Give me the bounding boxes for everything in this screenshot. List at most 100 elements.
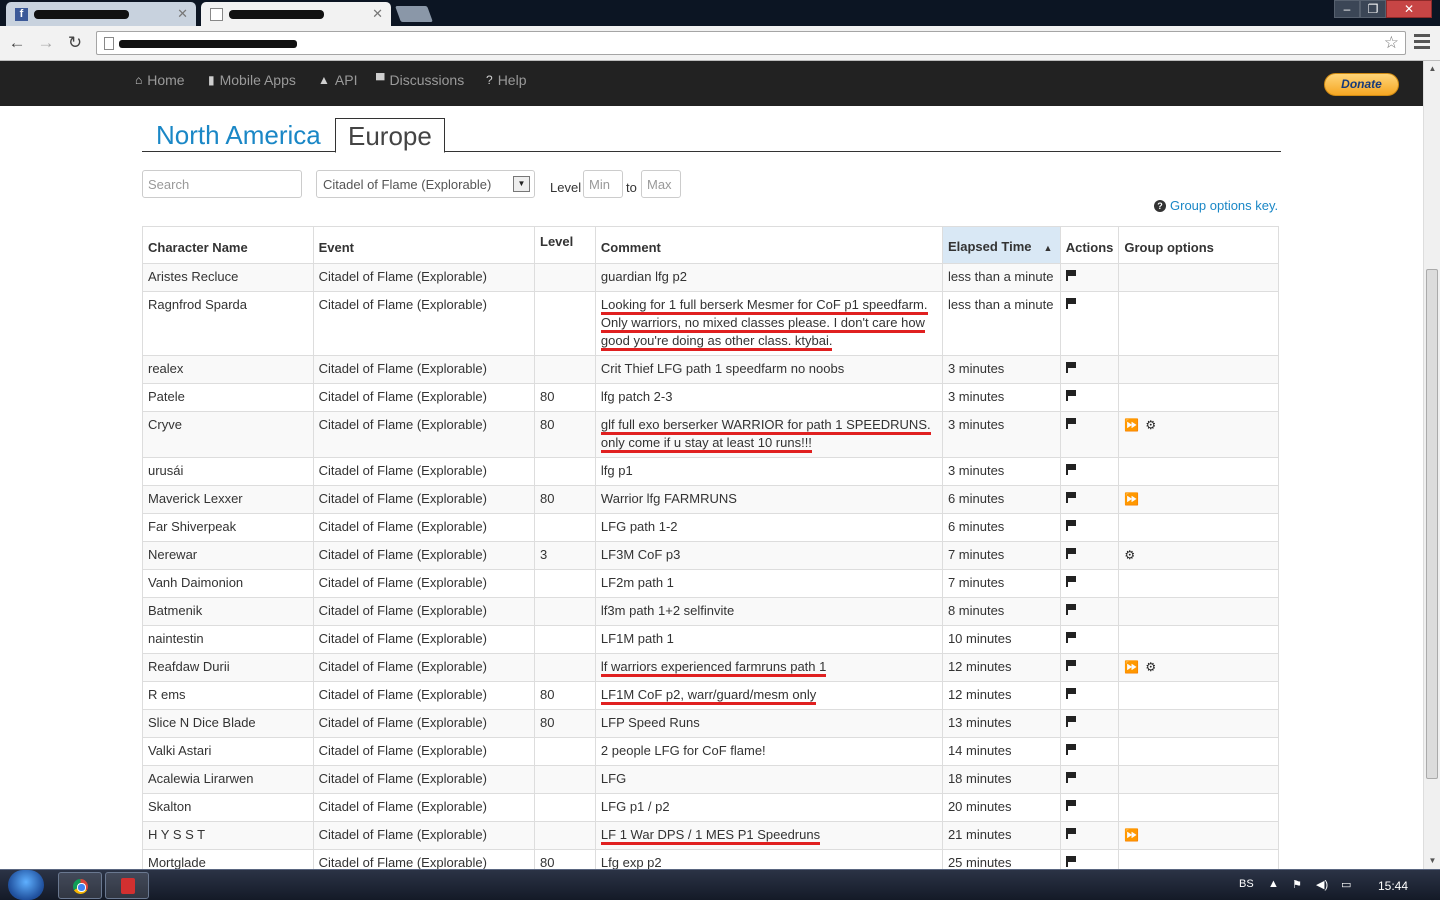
browser-tab-facebook[interactable]: f ✕ [6,2,196,26]
cell-actions [1059,569,1120,598]
table-row: Nerewar Citadel of Flame (Explorable) 3 LF3… [142,541,1279,570]
report-flag-icon[interactable] [1065,632,1076,643]
header-character-name[interactable]: Character Name [142,226,314,264]
cell-level [534,765,596,794]
cell-group-options [1118,709,1279,738]
report-flag-icon[interactable] [1065,660,1076,671]
search-input[interactable] [142,170,302,198]
cell-group-options: ⏩ ⚙ [1118,411,1279,458]
taskbar-chrome[interactable] [58,872,102,899]
cell-actions [1059,513,1120,542]
report-flag-icon[interactable] [1065,856,1076,867]
gear-icon[interactable]: ⚙ [1124,548,1135,562]
cell-group-options [1118,569,1279,598]
cell-actions [1059,597,1120,626]
level-min-input[interactable] [583,170,623,198]
report-flag-icon[interactable] [1065,362,1076,373]
lfg-table: Character Name Event Level Comment Elaps… [142,226,1279,869]
minimize-button[interactable]: – [1334,0,1360,18]
level-max-input[interactable] [641,170,681,198]
header-level[interactable]: Level [534,226,596,264]
address-bar[interactable]: ☆ [96,31,1406,55]
cell-event: Citadel of Flame (Explorable) [312,263,536,292]
show-hidden-icons[interactable]: ▲ [1268,878,1279,890]
report-flag-icon[interactable] [1065,800,1076,811]
nav-home[interactable]: ⌂ Home [135,72,185,88]
cell-elapsed-time: 3 minutes [941,383,1061,412]
tab-europe[interactable]: Europe [335,118,445,153]
report-flag-icon[interactable] [1065,270,1076,281]
cell-character-name: naintestin [142,625,314,654]
volume-icon[interactable]: ◀) [1316,878,1328,891]
report-flag-icon[interactable] [1065,298,1076,309]
fast-forward-icon[interactable]: ⏩ [1124,828,1139,842]
cell-level [534,355,596,384]
nav-discussions[interactable]: ▀ Discussions [376,72,464,88]
maximize-button[interactable]: ❐ [1360,0,1386,18]
cell-event: Citadel of Flame (Explorable) [312,411,536,458]
scroll-down-icon[interactable]: ▼ [1424,853,1440,869]
table-row: Reafdaw Durii Citadel of Flame (Explorabl… [142,653,1279,682]
region-tabs: North America Europe [142,118,1281,153]
cell-actions [1059,291,1120,356]
donate-button[interactable]: Donate [1324,73,1399,96]
start-button[interactable] [8,870,44,900]
cell-elapsed-time: 18 minutes [941,765,1061,794]
report-flag-icon[interactable] [1065,492,1076,503]
scrollbar-thumb[interactable] [1426,269,1438,779]
report-flag-icon[interactable] [1065,828,1076,839]
comment-text: LFG path 1-2 [600,519,678,534]
action-center-flag-icon[interactable]: ⚑ [1292,878,1302,891]
tab-close-icon[interactable]: ✕ [372,6,383,22]
menu-icon[interactable] [1414,34,1430,52]
scroll-up-icon[interactable]: ▲ [1424,61,1440,77]
back-arrow-icon[interactable]: ← [5,31,29,55]
table-row: Far Shiverpeak Citadel of Flame (Explorab… [142,513,1279,542]
cell-level: 80 [534,411,596,458]
report-flag-icon[interactable] [1065,576,1076,587]
report-flag-icon[interactable] [1065,390,1076,401]
nav-mobile-apps[interactable]: ▮ Mobile Apps [208,72,296,88]
new-tab-button[interactable] [395,6,433,22]
report-flag-icon[interactable] [1065,548,1076,559]
vertical-scrollbar[interactable]: ▲ ▼ [1423,61,1440,869]
forward-arrow-icon[interactable]: → [34,31,58,55]
redacted-tab-title [229,10,324,20]
header-comment[interactable]: Comment [594,226,943,264]
table-row: Valki Astari Citadel of Flame (Explorable… [142,737,1279,766]
header-elapsed-time[interactable]: Elapsed Time ▲ [941,226,1061,264]
cell-comment: LFG [594,765,943,794]
gear-icon[interactable]: ⚙ [1145,660,1156,674]
tab-north-america[interactable]: North America [144,118,333,152]
taskbar-app[interactable] [105,872,149,899]
language-indicator[interactable]: BS [1239,878,1254,890]
report-flag-icon[interactable] [1065,418,1076,429]
nav-api[interactable]: ▲ API [318,72,357,88]
group-options-key-link[interactable]: ? Group options key. [1154,198,1278,213]
browser-tab-active[interactable]: ✕ [201,2,391,26]
report-flag-icon[interactable] [1065,688,1076,699]
cell-comment: Warrior lfg FARMRUNS [594,485,943,514]
bookmark-star-icon[interactable]: ☆ [1384,33,1399,53]
clock[interactable]: 15:44 [1378,879,1408,893]
fast-forward-icon[interactable]: ⏩ [1124,660,1139,674]
fast-forward-icon[interactable]: ⏩ [1124,418,1139,432]
nav-help[interactable]: ? Help [486,72,526,88]
network-icon[interactable]: ▭ [1341,878,1351,891]
gear-icon[interactable]: ⚙ [1145,418,1156,432]
tab-close-icon[interactable]: ✕ [177,6,188,22]
fast-forward-icon[interactable]: ⏩ [1124,492,1139,506]
header-event[interactable]: Event [312,226,536,264]
window-close-button[interactable]: ✕ [1386,0,1432,18]
cell-character-name: H Y S S T [142,821,314,850]
report-flag-icon[interactable] [1065,464,1076,475]
report-flag-icon[interactable] [1065,716,1076,727]
report-flag-icon[interactable] [1065,744,1076,755]
reload-icon[interactable]: ↻ [63,31,87,55]
cell-actions [1059,681,1120,710]
event-select[interactable]: Citadel of Flame (Explorable) ▼ [316,170,535,198]
report-flag-icon[interactable] [1065,604,1076,615]
chevron-up-icon: ▲ [318,73,330,87]
report-flag-icon[interactable] [1065,520,1076,531]
report-flag-icon[interactable] [1065,772,1076,783]
